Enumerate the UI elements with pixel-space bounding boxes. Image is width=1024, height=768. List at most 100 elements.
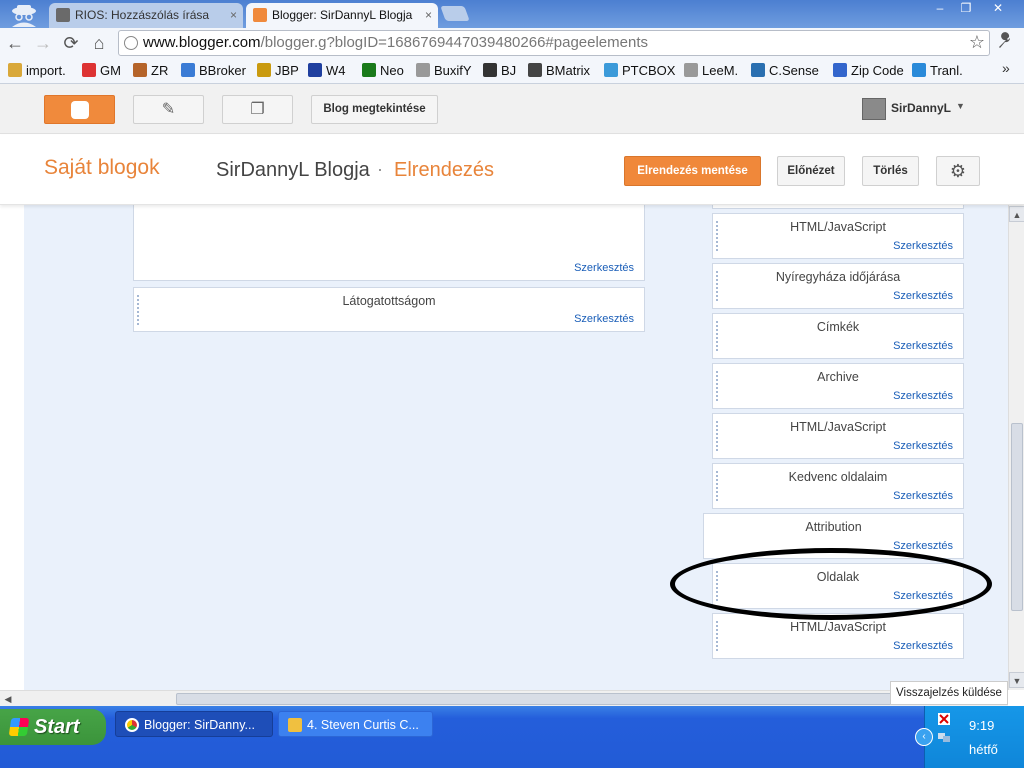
start-button[interactable]: Start <box>0 709 106 745</box>
blog-name: SirDannyL Blogja <box>216 159 370 181</box>
bookmark-leem[interactable]: LeeM. <box>684 63 738 78</box>
bookmark-zip-code[interactable]: Zip Code <box>833 63 904 78</box>
neo-icon <box>362 63 376 77</box>
sidebar-widget-html-javascript[interactable]: HTML/JavaScript Szerkesztés <box>712 413 964 459</box>
widget-title: Címkék <box>816 320 860 334</box>
bookmark-tranl[interactable]: Tranl. <box>912 63 963 78</box>
bookmark-neo[interactable]: Neo <box>362 63 404 78</box>
globe-icon <box>124 36 138 50</box>
bookmark-bj[interactable]: BJ <box>483 63 516 78</box>
tab-blogger[interactable]: Blogger: SirDannyL Blogja × <box>246 3 438 28</box>
bmatrix-icon <box>528 63 542 77</box>
sidebar-widget-partial[interactable] <box>712 205 964 209</box>
edit-link[interactable]: Szerkesztés <box>574 262 634 274</box>
bookmark-label: GM <box>100 63 121 78</box>
edit-link[interactable]: Szerkesztés <box>893 390 953 402</box>
main-widget-visitors[interactable]: Látogatottságom Szerkesztés <box>133 287 645 332</box>
bookmark-bbroker[interactable]: BBroker <box>181 63 246 78</box>
edit-link[interactable]: Szerkesztés <box>893 290 953 302</box>
bookmark-star-icon[interactable]: ☆ <box>969 32 985 53</box>
scroll-thumb[interactable] <box>1011 423 1023 611</box>
network-icon[interactable] <box>937 730 951 744</box>
bj-icon <box>483 63 497 77</box>
send-feedback-button[interactable]: Visszajelzés küldése <box>890 681 1008 705</box>
bookmark-jbp[interactable]: JBP <box>257 63 299 78</box>
widget-title: Nyíregyháza időjárása <box>775 270 901 284</box>
scroll-left-arrow[interactable]: ◀ <box>0 691 16 707</box>
close-window-button[interactable]: ✕ <box>984 0 1012 18</box>
close-tab-icon[interactable]: × <box>425 3 432 27</box>
new-post-button[interactable]: ✎ <box>133 95 204 124</box>
gear-icon[interactable]: ⚙ <box>936 156 980 186</box>
edit-link[interactable]: Szerkesztés <box>893 640 953 652</box>
new-tab-button[interactable] <box>440 6 470 21</box>
home-icon[interactable]: ⌂ <box>88 32 110 54</box>
bookmark-buxify[interactable]: BuxifY <box>416 63 472 78</box>
scroll-thumb[interactable] <box>176 693 984 705</box>
main-widget-blog-posts[interactable]: Szerkesztés <box>133 205 645 281</box>
scroll-up-arrow[interactable]: ▲ <box>1009 206 1024 222</box>
pages-icon: ❐ <box>250 101 265 118</box>
clock-time[interactable]: 9:19 <box>969 718 994 733</box>
edit-link[interactable]: Szerkesztés <box>893 440 953 452</box>
edit-link[interactable]: Szerkesztés <box>893 340 953 352</box>
csense-icon <box>751 63 765 77</box>
vertical-scrollbar[interactable]: ▲ ▼ <box>1008 205 1024 690</box>
blogger-logo-button[interactable] <box>44 95 115 124</box>
my-blogs-link[interactable]: Saját blogok <box>44 156 160 180</box>
horizontal-scrollbar[interactable]: ◀ <box>0 690 1008 706</box>
tab-rios[interactable]: RIOS: Hozzászólás írása × <box>49 3 243 28</box>
task-label: Blogger: SirDanny... <box>144 718 255 732</box>
bookmark-bmatrix[interactable]: BMatrix <box>528 63 590 78</box>
avatar[interactable] <box>862 98 886 120</box>
reload-icon[interactable]: ⟳ <box>60 32 82 54</box>
sidebar-widget-attribution[interactable]: Attribution Szerkesztés <box>703 513 964 559</box>
sidebar-widget-archive[interactable]: Archive Szerkesztés <box>712 363 964 409</box>
taskbar-item-winamp[interactable]: 4. Steven Curtis C... <box>278 711 433 737</box>
edit-link[interactable]: Szerkesztés <box>893 540 953 552</box>
bookmark-ptcbox[interactable]: PTCBOX <box>604 63 675 78</box>
browser-toolbar: ← → ⟳ ⌂ www.blogger.com/blogger.g?blogID… <box>0 28 1024 58</box>
bookmark-zr[interactable]: ZR <box>133 63 168 78</box>
sidebar-widget-oldalak[interactable]: Oldalak Szerkesztés <box>712 563 964 609</box>
view-blog-button[interactable]: Blog megtekintése <box>311 95 438 124</box>
sidebar-widget-nyíregyháza-időjárása[interactable]: Nyíregyháza időjárása Szerkesztés <box>712 263 964 309</box>
delete-button[interactable]: Törlés <box>862 156 919 186</box>
layout-content: Szerkesztés Látogatottságom Szerkesztés … <box>0 205 1008 690</box>
preview-button[interactable]: Előnézet <box>777 156 845 186</box>
address-bar[interactable]: www.blogger.com/blogger.g?blogID=1686769… <box>118 30 990 56</box>
taskbar-item-blogger[interactable]: Blogger: SirDanny... <box>115 711 273 737</box>
bookmark-import[interactable]: import. <box>8 63 66 78</box>
posts-list-button[interactable]: ❐ <box>222 95 293 124</box>
dollar-icon <box>257 63 271 77</box>
forward-icon[interactable]: → <box>32 32 54 54</box>
more-bookmarks-icon[interactable]: » <box>1002 60 1010 76</box>
edit-link[interactable]: Szerkesztés <box>893 590 953 602</box>
edit-link[interactable]: Szerkesztés <box>893 240 953 252</box>
close-tab-icon[interactable]: × <box>230 3 237 27</box>
scroll-down-arrow[interactable]: ▼ <box>1009 672 1024 688</box>
username[interactable]: SirDannyL <box>891 101 951 115</box>
wrench-icon[interactable] <box>996 32 1014 55</box>
ptcbox-icon <box>604 63 618 77</box>
back-icon[interactable]: ← <box>4 32 26 54</box>
sidebar-widget-kedvenc-oldalaim[interactable]: Kedvenc oldalaim Szerkesztés <box>712 463 964 509</box>
clock-day[interactable]: hétfő <box>969 742 998 757</box>
edit-link[interactable]: Szerkesztés <box>574 313 634 325</box>
sidebar-widget-html-javascript[interactable]: HTML/JavaScript Szerkesztés <box>712 613 964 659</box>
maximize-button[interactable]: ❐ <box>952 0 980 18</box>
sidebar-widget-címkék[interactable]: Címkék Szerkesztés <box>712 313 964 359</box>
show-hidden-icons-icon[interactable]: ‹ <box>915 728 933 746</box>
system-tray: ‹ 9:19 hétfő <box>915 706 1024 768</box>
sidebar-widget-html-javascript[interactable]: HTML/JavaScript Szerkesztés <box>712 213 964 259</box>
layout-canvas: Szerkesztés Látogatottságom Szerkesztés … <box>24 205 1008 690</box>
edit-link[interactable]: Szerkesztés <box>893 490 953 502</box>
folder-icon <box>8 63 22 77</box>
bookmark-w4[interactable]: W4 <box>308 63 346 78</box>
chevron-down-icon[interactable]: ▼ <box>956 101 965 111</box>
bookmark-gm[interactable]: GM <box>82 63 121 78</box>
network-warning-icon[interactable] <box>937 712 951 726</box>
bookmark-c-sense[interactable]: C.Sense <box>751 63 819 78</box>
save-layout-button[interactable]: Elrendezés mentése <box>624 156 761 186</box>
minimize-button[interactable]: – <box>926 0 954 18</box>
